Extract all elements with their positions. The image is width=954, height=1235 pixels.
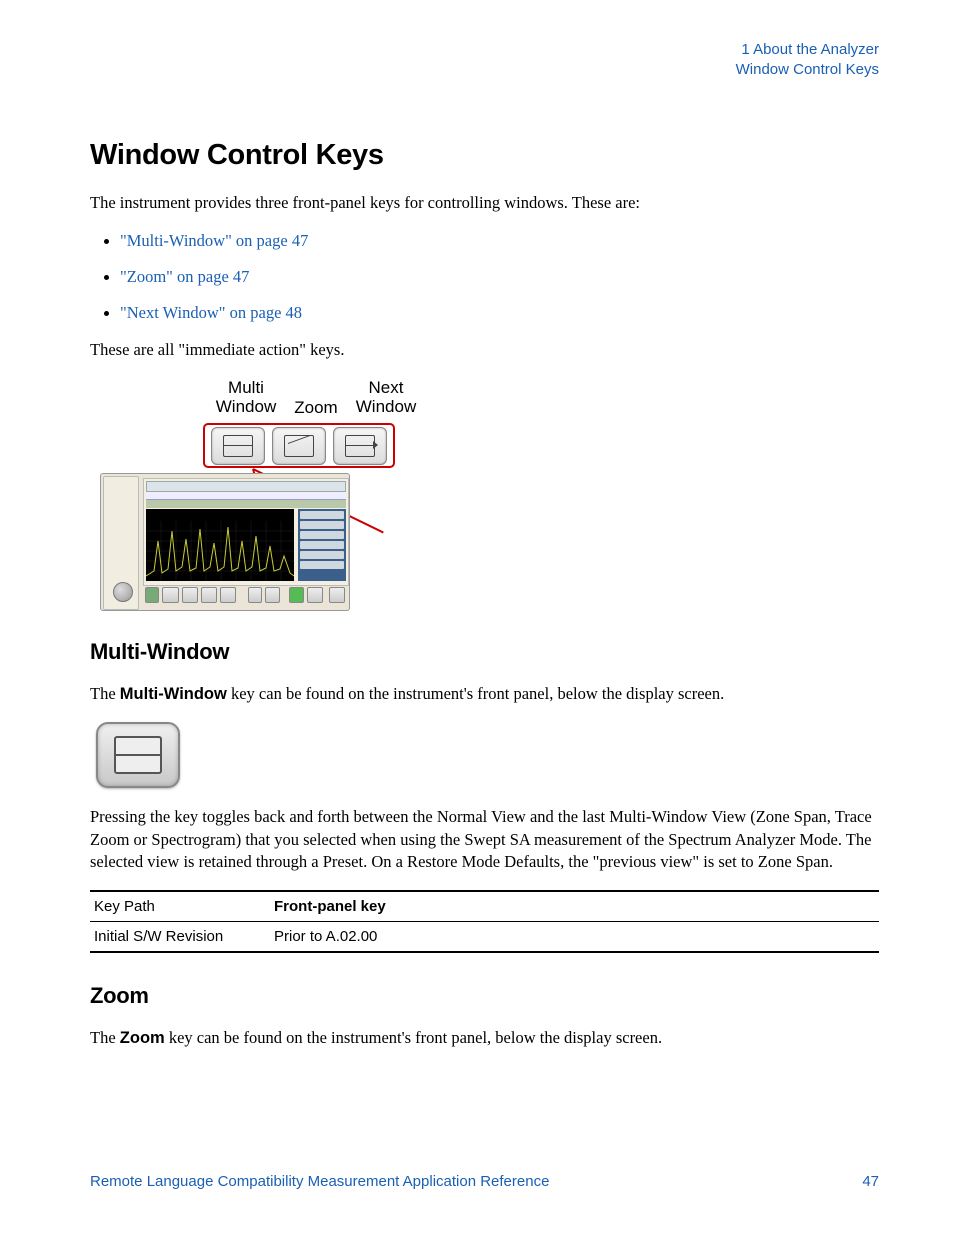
link-next-window[interactable]: "Next Window" on page 48: [120, 303, 302, 322]
label-multi-l2: Window: [216, 397, 276, 416]
label-multi-l1: Multi: [228, 378, 264, 397]
key-labels-row: MultiWindow Zoom NextWindow: [210, 378, 879, 418]
link-list: "Multi-Window" on page 47 "Zoom" on page…: [90, 231, 879, 323]
footer-doc-title: Remote Language Compatibility Measuremen…: [90, 1173, 549, 1190]
label-next-l1: Next: [369, 378, 404, 397]
intro-paragraph: The instrument provides three front-pane…: [90, 192, 879, 215]
keys-highlight-box: [203, 423, 395, 468]
param-key: Initial S/W Revision: [90, 922, 270, 953]
table-row: Key Path Front-panel key: [90, 891, 879, 922]
post-list-paragraph: These are all "immediate action" keys.: [90, 339, 879, 362]
list-item: "Next Window" on page 48: [90, 303, 879, 323]
parameter-table: Key Path Front-panel key Initial S/W Rev…: [90, 890, 879, 953]
footer-page-number: 47: [862, 1173, 879, 1190]
figure-front-panel-keys: MultiWindow Zoom NextWindow: [100, 378, 879, 610]
bold-key-name: Zoom: [120, 1029, 165, 1047]
page-footer: Remote Language Compatibility Measuremen…: [90, 1173, 879, 1190]
label-next-l2: Window: [356, 397, 416, 416]
param-value: Prior to A.02.00: [270, 922, 879, 953]
table-row: Initial S/W Revision Prior to A.02.00: [90, 922, 879, 953]
multi-window-key-icon: [211, 427, 265, 465]
label-zoom: Zoom: [294, 398, 337, 417]
section-title-zoom: Zoom: [90, 983, 879, 1009]
header-chapter: 1 About the Analyzer: [90, 40, 879, 60]
page-title: Window Control Keys: [90, 139, 879, 172]
multi-window-p1: The Multi-Window key can be found on the…: [90, 683, 879, 706]
header-section: Window Control Keys: [90, 60, 879, 80]
list-item: "Zoom" on page 47: [90, 267, 879, 287]
zoom-p1: The Zoom key can be found on the instrum…: [90, 1027, 879, 1050]
link-zoom[interactable]: "Zoom" on page 47: [120, 267, 249, 286]
multi-window-p2: Pressing the key toggles back and forth …: [90, 806, 879, 874]
page-header: 1 About the Analyzer Window Control Keys: [90, 40, 879, 79]
instrument-illustration: [100, 473, 350, 611]
knob-icon: [113, 582, 133, 602]
section-title-multi-window: Multi-Window: [90, 639, 879, 665]
bold-key-name: Multi-Window: [120, 685, 227, 703]
param-key: Key Path: [90, 891, 270, 922]
list-item: "Multi-Window" on page 47: [90, 231, 879, 251]
multi-window-key-large-icon: [96, 722, 180, 788]
spectrum-plot-icon: [146, 509, 294, 581]
next-window-key-icon: [333, 427, 387, 465]
param-value: Front-panel key: [270, 891, 879, 922]
link-multi-window[interactable]: "Multi-Window" on page 47: [120, 231, 308, 250]
zoom-key-icon: [272, 427, 326, 465]
